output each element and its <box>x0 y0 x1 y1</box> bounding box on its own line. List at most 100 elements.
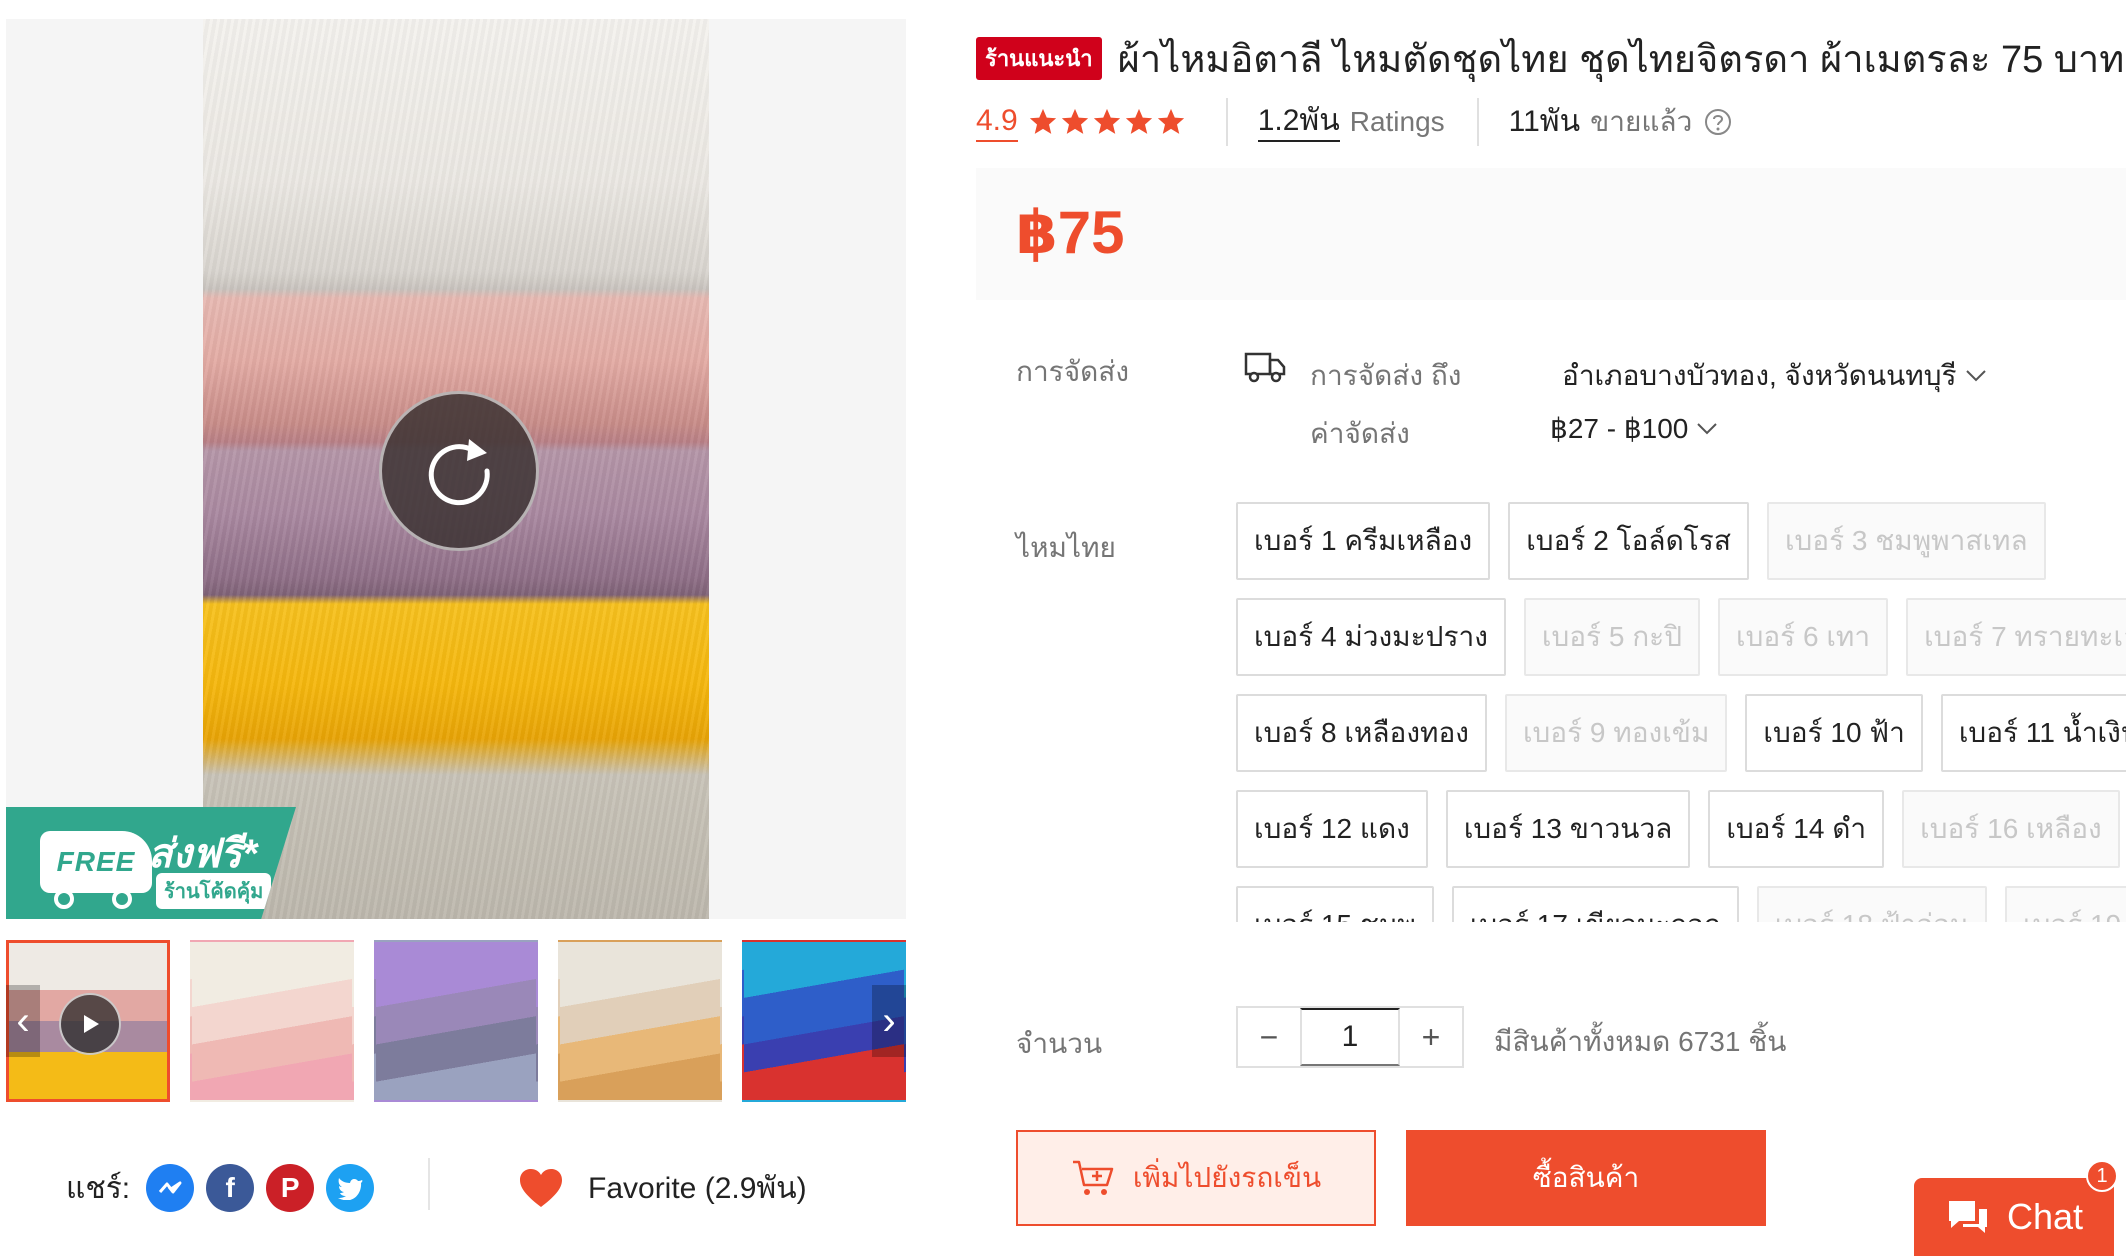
stock-text: มีสินค้าทั้งหมด 6731 ชิ้น <box>1494 1026 1787 1057</box>
variation-option[interactable]: เบอร์ 14 ดำ <box>1708 790 1885 868</box>
replay-icon <box>428 439 490 506</box>
main-product-image[interactable]: FREE ส่งฟรี* ร้านโค้ดคุ้ม <box>6 19 906 919</box>
chat-unread-badge: 1 <box>2086 1160 2118 1192</box>
shipping-fee-select[interactable]: ฿27 - ฿100 <box>1550 412 1718 445</box>
thumbnail-prev-button[interactable]: ‹ <box>6 985 40 1057</box>
variation-option[interactable]: เบอร์ 12 แดง <box>1236 790 1428 868</box>
ratings-label: Ratings <box>1349 106 1445 137</box>
variation-option-disabled: เบอร์ 9 ทองเข้ม <box>1504 694 1728 772</box>
variation-row: เบอร์ 1 ครีมเหลือง เบอร์ 2 โอล์ดโรส เบอร… <box>1236 502 2064 580</box>
variation-option[interactable]: เบอร์ 4 ม่วงมะปราง <box>1236 598 1506 676</box>
variation-row: เบอร์ 15 ชมพู เบอร์ 17 เขียวมะกอก เบอร์ … <box>1236 886 2126 922</box>
variation-option[interactable]: เบอร์ 13 ขาวนวล <box>1445 790 1691 868</box>
replay-video-button[interactable] <box>379 391 539 551</box>
star-icon <box>1029 108 1056 134</box>
variation-row: เบอร์ 8 เหลืองทอง เบอร์ 9 ทองเข้ม เบอร์ … <box>1236 694 2126 772</box>
thumbnail-strip: ‹ › <box>6 940 906 1102</box>
quantity-input[interactable] <box>1300 1008 1400 1066</box>
chevron-right-icon: › <box>882 998 896 1043</box>
share-label: แชร์: <box>66 1171 131 1205</box>
quantity-increase-button[interactable]: + <box>1400 1008 1462 1066</box>
twitter-icon <box>338 1178 363 1200</box>
free-shipping-subtitle: ร้านโค้ดคุ้ม <box>156 873 272 909</box>
sold-divider <box>1476 98 1479 146</box>
variation-option[interactable]: เบอร์ 10 ฟ้า <box>1745 694 1923 772</box>
sold-count: 11พัน <box>1508 105 1581 138</box>
star-icon <box>1157 108 1184 134</box>
shipping-destination-select[interactable]: อำเภอบางบัวทอง, จังหวัดนนทบุรี <box>1562 354 1987 398</box>
star-icon <box>1061 108 1088 134</box>
chevron-left-icon: ‹ <box>16 998 30 1043</box>
share-divider <box>428 1158 430 1210</box>
add-to-cart-button[interactable]: เพิ่มไปยังรถเข็น <box>1016 1130 1376 1226</box>
thumbnail-2[interactable] <box>190 940 354 1102</box>
free-truck-icon: FREE <box>40 831 152 893</box>
shipping-fee-range: ฿27 - ฿100 <box>1550 413 1689 444</box>
star-icon <box>1125 108 1152 134</box>
sold-label: ขายแล้ว <box>1590 106 1693 137</box>
quantity-stepper: − + <box>1236 1006 1464 1068</box>
shipping-label: การจัดส่ง <box>1016 356 1130 387</box>
facebook-icon: f <box>225 1172 235 1203</box>
heart-icon <box>520 1169 562 1207</box>
add-to-cart-label: เพิ่มไปยังรถเข็น <box>1132 1162 1322 1193</box>
thumbnail-3[interactable] <box>374 940 538 1102</box>
variation-option-disabled: เบอร์ 7 ทรายทะเล <box>1906 598 2126 676</box>
thumbnail-4[interactable] <box>558 940 722 1102</box>
product-title-row: ร้านแนะนำ ผ้าไหมอิตาลี ไหมตัดชุดไทย ชุดไ… <box>976 28 2124 89</box>
play-button[interactable] <box>59 993 121 1055</box>
quantity-decrease-button[interactable]: − <box>1238 1008 1300 1066</box>
variation-option-disabled: เบอร์ 19 ขาว <box>2005 886 2126 922</box>
variation-option[interactable]: เบอร์ 15 ชมพู <box>1236 886 1434 922</box>
variation-option-disabled: เบอร์ 6 เทา <box>1718 598 1889 676</box>
shipping-to-label: การจัดส่ง ถึง <box>1310 360 1462 391</box>
pinterest-icon: P <box>280 1172 300 1203</box>
variation-row: เบอร์ 4 ม่วงมะปราง เบอร์ 5 กะปิ เบอร์ 6 … <box>1236 598 2126 676</box>
help-icon[interactable] <box>1704 108 1732 136</box>
rating-row: 4.9 1.2พัน Ratings 11พัน ขายแล้ว <box>976 98 1732 146</box>
wheel-icon <box>54 889 74 909</box>
variation-option-disabled: เบอร์ 18 ฟ้าอ่อน <box>1756 886 1988 922</box>
variation-option-disabled: เบอร์ 16 เหลือง <box>1902 790 2120 868</box>
variation-label: ไหมไทย <box>1016 532 1116 563</box>
variation-option[interactable]: เบอร์ 1 ครีมเหลือง <box>1236 502 1491 580</box>
variation-option[interactable]: เบอร์ 8 เหลืองทอง <box>1236 694 1487 772</box>
variation-option[interactable]: เบอร์ 11 น้ำเงิน <box>1940 694 2126 772</box>
shipping-fee-label: ค่าจัดส่ง <box>1310 418 1410 449</box>
pinterest-share-button[interactable]: P <box>266 1164 315 1212</box>
ratings-count[interactable]: 1.2พัน <box>1257 102 1340 142</box>
variation-row: เบอร์ 12 แดง เบอร์ 13 ขาวนวล เบอร์ 14 ดำ… <box>1236 790 2126 868</box>
free-label: FREE <box>56 846 136 877</box>
shipping-destination: อำเภอบางบัวทอง, จังหวัดนนทบุรี <box>1562 360 1957 391</box>
messenger-share-button[interactable] <box>146 1164 195 1212</box>
share-row: แชร์: f P <box>66 1160 386 1216</box>
chevron-down-icon <box>1965 370 1986 382</box>
wheel-icon <box>112 889 132 909</box>
rating-stars <box>1028 107 1188 137</box>
chevron-down-icon <box>1697 422 1718 434</box>
rating-divider <box>1225 98 1228 146</box>
chat-icon <box>1948 1201 1987 1233</box>
truck-icon <box>1244 352 1286 383</box>
rating-score[interactable]: 4.9 <box>976 102 1018 142</box>
play-icon <box>84 1015 99 1033</box>
variation-option[interactable]: เบอร์ 2 โอล์ดโรส <box>1508 502 1749 580</box>
variation-option[interactable]: เบอร์ 17 เขียวมะกอก <box>1451 886 1739 922</box>
variation-option-disabled: เบอร์ 5 กะปิ <box>1523 598 1700 676</box>
product-price: ฿75 <box>1016 199 1125 266</box>
favorite-button[interactable]: Favorite (2.9พัน) <box>518 1160 807 1216</box>
free-shipping-badge: FREE ส่งฟรี* ร้านโค้ดคุ้ม <box>6 807 296 919</box>
product-title: ผ้าไหมอิตาลี ไหมตัดชุดไทย ชุดไทยจิตรดา ผ… <box>1117 39 2125 81</box>
chat-button[interactable]: Chat <box>1914 1178 2114 1256</box>
recommended-shop-badge: ร้านแนะนำ <box>976 37 1102 80</box>
thumbnail-next-button[interactable]: › <box>872 985 906 1057</box>
twitter-share-button[interactable] <box>326 1164 375 1212</box>
variation-options: เบอร์ 1 ครีมเหลือง เบอร์ 2 โอล์ดโรส เบอร… <box>1236 502 2126 922</box>
buy-now-button[interactable]: ซื้อสินค้า <box>1406 1130 1766 1226</box>
chat-label: Chat <box>2006 1196 2084 1237</box>
quantity-label: จำนวน <box>1016 1028 1103 1059</box>
favorite-label: Favorite (2.9พัน) <box>588 1171 807 1205</box>
facebook-share-button[interactable]: f <box>206 1164 255 1212</box>
star-icon <box>1093 108 1120 134</box>
price-box: ฿75 <box>976 168 2126 300</box>
